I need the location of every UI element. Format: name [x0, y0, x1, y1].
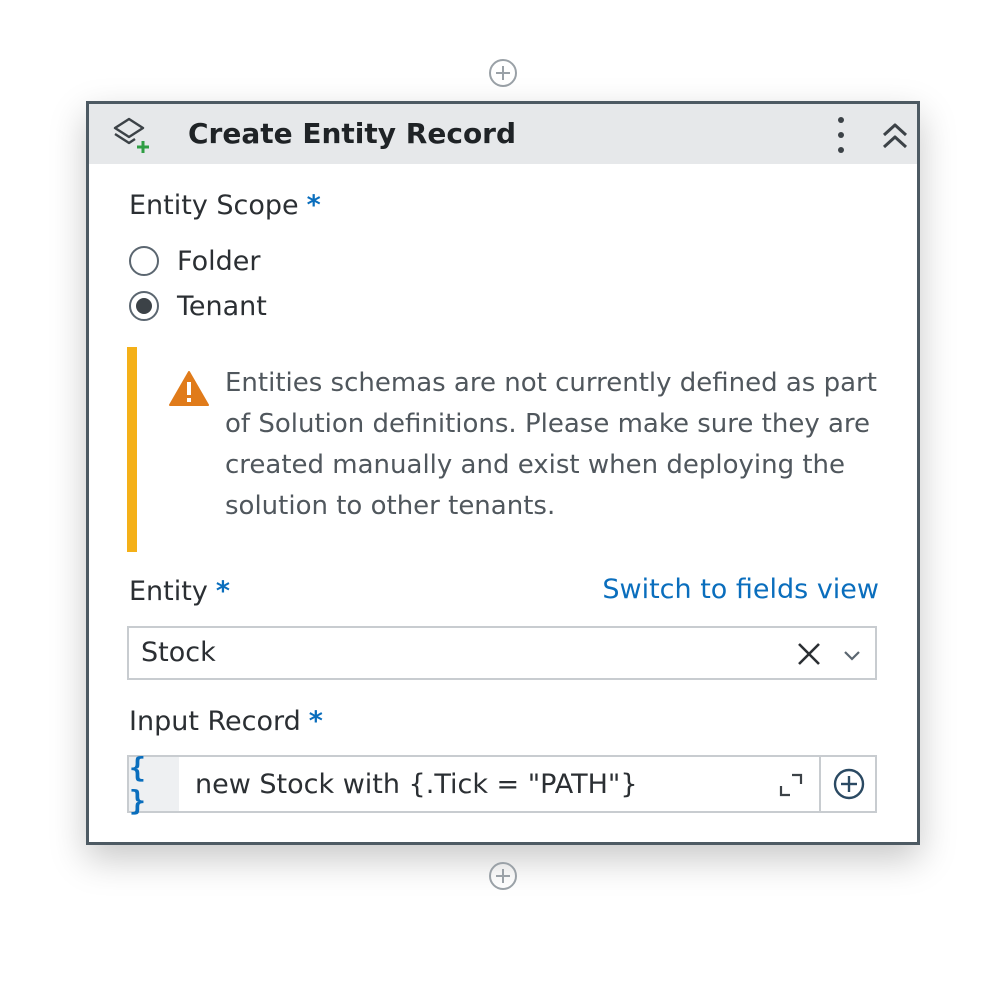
entity-label-text: Entity	[129, 576, 208, 607]
radio-folder[interactable]: Folder	[129, 241, 260, 281]
activity-header: Create Entity Record	[89, 104, 917, 164]
warning-text: Entities schemas are not currently defin…	[225, 368, 877, 521]
radio-button-tenant[interactable]	[129, 291, 159, 321]
required-marker: *	[306, 190, 321, 221]
radio-tenant-label: Tenant	[177, 290, 267, 322]
expression-braces-icon[interactable]: { }	[129, 751, 179, 817]
switch-to-fields-view-link[interactable]: Switch to fields view	[602, 574, 879, 605]
radio-button-folder[interactable]	[129, 246, 159, 276]
activity-title: Create Entity Record	[188, 117, 517, 150]
entity-label: Entity *	[129, 576, 230, 607]
radio-selected-dot	[136, 298, 152, 314]
double-chevron-up-icon	[882, 123, 908, 149]
plus-circle-icon	[489, 862, 517, 890]
warning-triangle-icon	[169, 371, 209, 406]
entity-select[interactable]: Stock	[127, 626, 877, 680]
entity-scope-label-text: Entity Scope	[129, 190, 299, 221]
add-variable-button[interactable]	[819, 757, 877, 811]
collapse-button[interactable]	[875, 116, 915, 156]
input-record-expression[interactable]: new Stock with {.Tick = "PATH"}	[195, 769, 638, 800]
more-options-button[interactable]	[827, 114, 855, 156]
input-record-label-text: Input Record	[129, 706, 301, 737]
plus-circle-icon	[489, 59, 517, 87]
warning-banner: Entities schemas are not currently defin…	[127, 347, 897, 552]
expand-editor-button[interactable]	[775, 769, 807, 801]
entity-scope-label: Entity Scope *	[129, 190, 321, 221]
chevron-down-icon	[844, 651, 860, 661]
dropdown-button[interactable]	[837, 640, 867, 670]
expand-icon	[779, 773, 803, 797]
input-record-field[interactable]: { } new Stock with {.Tick = "PATH"}	[127, 751, 877, 817]
input-record-label: Input Record *	[129, 706, 323, 737]
radio-folder-label: Folder	[177, 245, 261, 277]
plus-circle-icon	[833, 768, 865, 800]
entity-value: Stock	[141, 637, 216, 668]
activity-card: Create Entity Record Entity Scope * Folde…	[86, 101, 920, 845]
close-icon	[798, 643, 820, 665]
add-activity-below-button[interactable]	[487, 860, 519, 892]
radio-tenant[interactable]: Tenant	[129, 286, 267, 326]
add-activity-above-button[interactable]	[487, 57, 519, 89]
clear-button[interactable]	[793, 638, 825, 670]
required-marker: *	[215, 576, 230, 607]
more-vertical-icon	[838, 117, 844, 153]
layers-add-icon	[113, 117, 149, 153]
required-marker: *	[308, 706, 323, 737]
